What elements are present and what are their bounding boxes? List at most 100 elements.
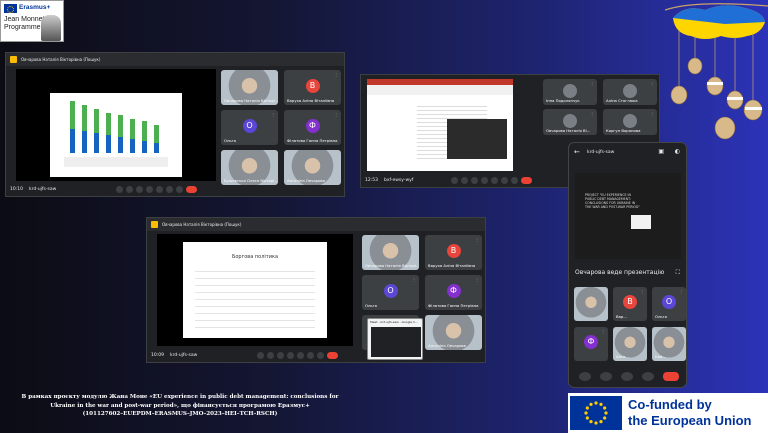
eu-flag-icon — [570, 396, 622, 430]
participant-tile[interactable]: О ⋮ Ольга — [221, 110, 278, 145]
more-options-icon[interactable]: ⋮ — [590, 81, 594, 86]
more-options-button[interactable] — [511, 177, 518, 184]
mic-button[interactable] — [257, 352, 264, 359]
emoji-button[interactable] — [287, 352, 294, 359]
present-button[interactable] — [297, 352, 304, 359]
avatar: В — [623, 295, 637, 310]
participant-name: Вар... — [616, 314, 627, 319]
more-options-icon[interactable]: ⋮ — [475, 237, 479, 242]
participant-name: Філатова Ганна Петрівна — [428, 303, 479, 308]
call-controls — [257, 352, 338, 359]
emoji-button[interactable] — [481, 177, 488, 184]
eu-star-icon — [589, 402, 593, 406]
call-controls — [579, 372, 679, 381]
raise-hand-button[interactable] — [501, 177, 508, 184]
participant-tile[interactable]: В ⋮ Вар... — [613, 287, 647, 321]
shared-document-slide: Боргова політика — [183, 242, 327, 338]
more-options-icon[interactable]: ⋮ — [475, 317, 479, 322]
more-options-icon[interactable]: ⋮ — [601, 329, 605, 334]
end-call-button[interactable] — [327, 352, 338, 359]
eu-star-icon — [604, 411, 608, 415]
participant-tile[interactable]: ⋮ Анголіна Овчарова — [284, 150, 341, 185]
fullscreen-icon[interactable]: ⛶ — [676, 269, 680, 277]
camera-button[interactable] — [600, 372, 612, 381]
participant-tile[interactable]: О ⋮ Ольга — [652, 287, 686, 321]
end-call-button[interactable] — [186, 186, 197, 193]
more-options-icon[interactable]: ⋮ — [650, 81, 654, 86]
more-options-icon[interactable]: ⋮ — [412, 237, 416, 242]
participant-tile[interactable]: ⋮ Овчарова Наталія Ві... — [543, 109, 597, 135]
raise-hand-button[interactable] — [642, 372, 654, 381]
mic-button[interactable] — [116, 186, 123, 193]
eu-star-icon — [584, 411, 588, 415]
participant-name: Овчарова Наталія Вікторі... — [224, 98, 278, 103]
more-options-icon[interactable]: ⋮ — [334, 152, 338, 157]
captions-button[interactable] — [277, 352, 284, 359]
participant-tile[interactable]: ⋮ Анголіна Овчарова — [425, 315, 482, 350]
participant-tile[interactable]: В ⋮ Варуха Аліна Віталіївна — [284, 70, 341, 105]
more-options-icon[interactable]: ⋮ — [271, 112, 275, 117]
captions-button[interactable] — [136, 186, 143, 193]
more-options-icon[interactable]: ⋮ — [679, 289, 683, 294]
more-options-icon[interactable]: ⋮ — [271, 72, 275, 77]
more-options-icon[interactable]: ⋮ — [640, 329, 644, 334]
camera-button[interactable] — [126, 186, 133, 193]
participant-tile[interactable]: ⋮ Бушевська Олеся Вікторі... — [221, 150, 278, 185]
participant-name: Овчарова Наталія Вікторі... — [365, 263, 419, 268]
end-call-button[interactable] — [663, 372, 679, 381]
emoji-button[interactable] — [146, 186, 153, 193]
mic-button[interactable] — [451, 177, 458, 184]
more-options-icon[interactable]: ⋮ — [271, 152, 275, 157]
jean-monnet-text: Jean Monnet Programme — [4, 16, 45, 31]
camera-switch-icon[interactable]: ▣ — [658, 148, 664, 155]
captions-button[interactable] — [471, 177, 478, 184]
present-button[interactable] — [156, 186, 163, 193]
present-button[interactable] — [491, 177, 498, 184]
meeting-code: bxf-ewsy-wyf — [383, 178, 414, 183]
participant-name: Анголіна Овчарова — [428, 343, 466, 348]
more-options-icon[interactable]: ⋮ — [590, 111, 594, 116]
participant-tile[interactable]: ⋮ Інна Подолянчук — [543, 79, 597, 105]
raise-hand-button[interactable] — [166, 186, 173, 193]
mic-button[interactable] — [579, 372, 591, 381]
participant-tile[interactable]: В ⋮ Варуха Аліна Віталіївна — [425, 235, 482, 270]
emoji-button[interactable] — [621, 372, 633, 381]
more-options-icon[interactable]: ⋮ — [601, 289, 605, 294]
back-arrow-icon[interactable]: ← — [574, 148, 580, 156]
avatar: О — [662, 295, 676, 310]
more-options-button[interactable] — [176, 186, 183, 193]
participant-tile[interactable]: ⋮ Аліна Стоглюка — [603, 79, 657, 105]
end-call-button[interactable] — [521, 177, 532, 184]
phone-meet-screen: ← krd-ujfs-saw ▣ ◐ PROJECT "EU EXPERIENC… — [568, 142, 687, 388]
speaker-icon[interactable]: ◐ — [675, 148, 680, 155]
participant-tile[interactable]: Ф ⋮ Філатова Ганна Петрівна — [425, 275, 482, 310]
more-options-icon[interactable]: ⋮ — [334, 112, 338, 117]
shared-spreadsheet — [367, 79, 513, 171]
more-options-button[interactable] — [317, 352, 324, 359]
more-options-icon[interactable]: ⋮ — [334, 72, 338, 77]
camera-button[interactable] — [267, 352, 274, 359]
raise-hand-button[interactable] — [307, 352, 314, 359]
participant-name: Ольга — [224, 138, 236, 143]
eu-star-icon — [585, 416, 589, 420]
participant-tile[interactable]: О ⋮ Ольга — [362, 275, 419, 310]
participant-tile[interactable]: ⋮ Овчарова Наталія Вікторі... — [362, 235, 419, 270]
participant-tile[interactable]: ⋮ Овчарова Наталія Вікторі... — [221, 70, 278, 105]
more-options-icon[interactable]: ⋮ — [679, 329, 683, 334]
participant-tile[interactable]: ⋮ Анге... — [613, 327, 647, 361]
window-title-bar: Овчарова Наталія Вікторівна (Пошук) — [6, 53, 344, 66]
participant-tile[interactable]: Ф ⋮ Філатова Ганна Петрівна — [284, 110, 341, 145]
eu-star-icon — [603, 416, 607, 420]
camera-button[interactable] — [461, 177, 468, 184]
more-options-icon[interactable]: ⋮ — [650, 111, 654, 116]
jean-monnet-portrait — [41, 15, 61, 41]
participant-tile[interactable]: ⋮ Кра... — [652, 327, 686, 361]
participant-tile[interactable]: Ф ⋮ — [574, 327, 608, 361]
avatar: В — [446, 243, 461, 258]
more-options-icon[interactable]: ⋮ — [412, 277, 416, 282]
more-options-icon[interactable]: ⋮ — [640, 289, 644, 294]
meet-app-icon — [10, 56, 17, 63]
more-options-icon[interactable]: ⋮ — [475, 277, 479, 282]
participant-tile[interactable]: ⋮ Коргун Воронова — [603, 109, 657, 135]
participant-tile[interactable]: ⋮ — [574, 287, 608, 321]
